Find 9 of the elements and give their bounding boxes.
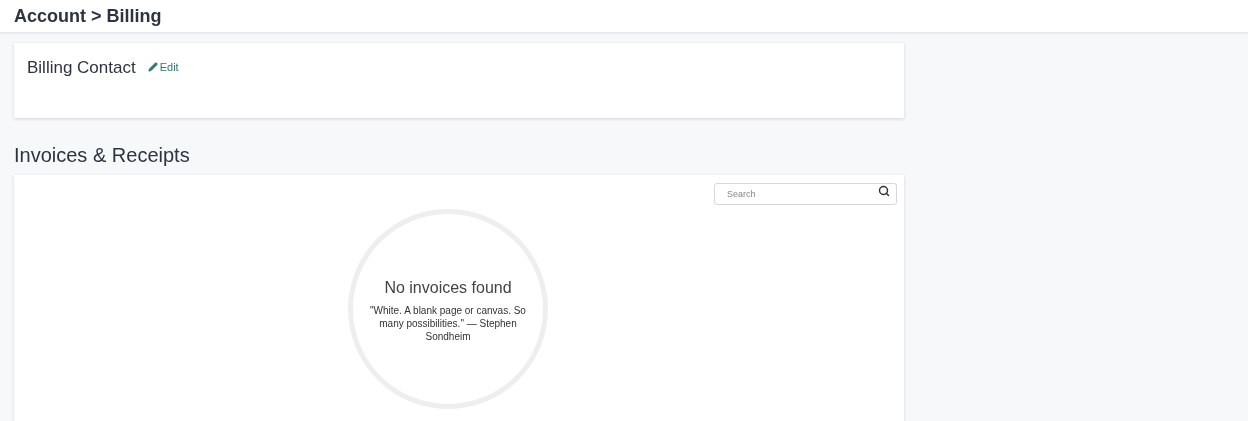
empty-quote: "White. A blank page or canvas. So many possibilities." — Stephen Sondheim	[369, 303, 527, 343]
page-title: Account > Billing	[14, 4, 162, 28]
search-icon[interactable]	[878, 185, 890, 197]
pencil-icon	[147, 62, 158, 73]
card-title: Billing Contact	[27, 57, 136, 79]
empty-title: No invoices found	[384, 277, 512, 298]
section-title: Invoices & Receipts	[14, 143, 191, 168]
search-field[interactable]: Search	[714, 183, 897, 205]
edit-link[interactable]: Edit	[147, 59, 179, 76]
